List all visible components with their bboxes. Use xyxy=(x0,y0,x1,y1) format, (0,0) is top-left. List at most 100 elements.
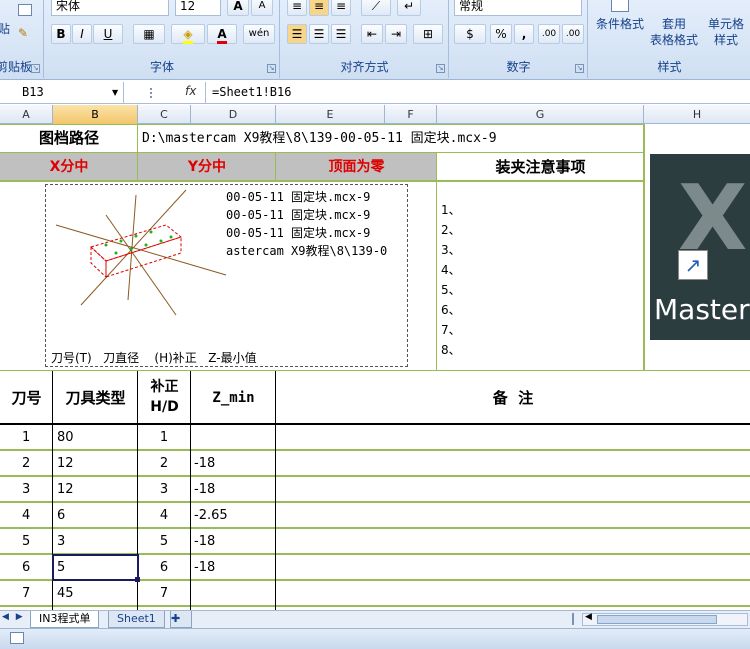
table-cell-remarks[interactable] xyxy=(276,528,750,554)
formula-input[interactable]: =Sheet1!B16 xyxy=(212,85,291,99)
align-middle-button[interactable]: ≡ xyxy=(309,0,329,16)
table-cell-z[interactable]: -2.65 xyxy=(191,502,275,528)
y-center-cell[interactable]: Y分中 xyxy=(138,153,276,181)
bold-button[interactable]: B xyxy=(51,24,71,44)
tab-in3-program[interactable]: IN3程式单 xyxy=(30,611,100,628)
accounting-format-button[interactable]: $ xyxy=(454,24,486,44)
increase-indent-button[interactable]: ⇥ xyxy=(385,24,407,44)
table-cell-no[interactable]: 4 xyxy=(0,502,52,528)
name-box-dropdown-icon[interactable]: ▼ xyxy=(112,88,118,97)
increase-decimal-button[interactable]: .00 xyxy=(538,24,560,44)
font-launcher-icon[interactable]: ↘ xyxy=(267,64,276,73)
tab-nav-arrows-icon[interactable]: ◀ ▶ xyxy=(2,612,25,622)
format-as-table-button[interactable]: 套用 表格格式 xyxy=(645,16,703,48)
tab-sheet1[interactable]: Sheet1 xyxy=(108,611,165,628)
table-cell-hd[interactable]: 2 xyxy=(138,450,190,476)
font-size-select[interactable]: 12 xyxy=(175,0,221,16)
mastercam-app-icon[interactable]: X ↗ Master xyxy=(650,154,750,340)
merge-center-button[interactable]: ⊞ xyxy=(413,24,443,44)
selected-cell-b13[interactable] xyxy=(52,554,139,581)
header-zmin[interactable]: Z_min xyxy=(191,373,276,424)
column-header-H[interactable]: H xyxy=(644,105,750,124)
clipboard-launcher-icon[interactable]: ↘ xyxy=(31,64,40,73)
table-cell-remarks[interactable] xyxy=(276,580,750,606)
header-remarks[interactable]: 备 注 xyxy=(276,373,750,424)
header-tool-type[interactable]: 刀具类型 xyxy=(53,373,138,424)
table-cell-hd[interactable]: 3 xyxy=(138,476,190,502)
decrease-decimal-button[interactable]: .00 xyxy=(562,24,584,44)
header-compensation[interactable]: 补正 H/D xyxy=(138,377,191,424)
percent-button[interactable]: % xyxy=(490,24,512,44)
fill-color-button[interactable]: ◈ xyxy=(171,24,205,44)
table-cell-type[interactable]: 6 xyxy=(53,502,137,528)
italic-button[interactable]: I xyxy=(72,24,92,44)
table-cell-no[interactable]: 7 xyxy=(0,580,52,606)
table-cell-hd[interactable]: 4 xyxy=(138,502,190,528)
conditional-format-button[interactable]: 条件格式 xyxy=(591,16,649,32)
table-cell-z[interactable]: -18 xyxy=(191,450,275,476)
wrap-text-button[interactable]: ↵ xyxy=(397,0,421,16)
table-cell-type[interactable]: 12 xyxy=(53,476,137,502)
macro-record-icon[interactable] xyxy=(10,632,24,644)
insert-sheet-button[interactable]: ✚ xyxy=(170,611,192,628)
header-tool-no[interactable]: 刀号 xyxy=(0,373,53,424)
column-header-C[interactable]: C xyxy=(138,105,191,124)
shrink-font-button[interactable]: A xyxy=(251,0,273,16)
cell-styles-button[interactable]: 单元格 样式 xyxy=(701,16,750,48)
paste-label[interactable]: 贴 xyxy=(0,20,10,37)
table-cell-remarks[interactable] xyxy=(276,502,750,528)
scroll-left-icon[interactable]: ◀ xyxy=(585,612,592,622)
column-header-A[interactable]: A xyxy=(0,105,53,124)
align-top-button[interactable]: ≡ xyxy=(287,0,307,16)
align-center-button[interactable]: ☰ xyxy=(309,24,329,44)
splitter-handle[interactable] xyxy=(150,88,154,98)
table-cell-type[interactable]: 80 xyxy=(53,424,137,450)
clamping-notes-header[interactable]: 装夹注意事项 xyxy=(437,153,644,181)
align-bottom-button[interactable]: ≡ xyxy=(331,0,351,16)
grow-font-button[interactable]: A xyxy=(227,0,249,16)
fill-handle[interactable] xyxy=(135,577,140,582)
number-format-select[interactable]: 常规 xyxy=(454,0,582,16)
number-launcher-icon[interactable]: ↘ xyxy=(575,64,584,73)
font-name-select[interactable]: 宋体 xyxy=(51,0,169,16)
phonetic-button[interactable]: wén xyxy=(243,24,275,44)
table-cell-no[interactable]: 5 xyxy=(0,528,52,554)
table-cell-z[interactable]: -18 xyxy=(191,476,275,502)
table-cell-z[interactable] xyxy=(191,424,275,450)
column-header-F[interactable]: F xyxy=(385,105,437,124)
table-cell-z[interactable] xyxy=(191,580,275,606)
table-cell-remarks[interactable] xyxy=(276,450,750,476)
table-cell-type[interactable]: 3 xyxy=(53,528,137,554)
table-cell-remarks[interactable] xyxy=(276,424,750,450)
path-value[interactable]: D:\mastercam X9教程\8\139-00-05-11 固定块.mcx… xyxy=(142,124,642,153)
tab-splitter-handle[interactable] xyxy=(572,613,578,625)
column-header-E[interactable]: E xyxy=(276,105,385,124)
table-cell-no[interactable]: 1 xyxy=(0,424,52,450)
program-preview-image[interactable]: 00-05-11 固定块.mcx-9 00-05-11 固定块.mcx-9 00… xyxy=(45,184,408,367)
clamping-notes-list[interactable]: 1、 2、 3、 4、 5、 6、 7、 8、 xyxy=(441,200,501,370)
alignment-launcher-icon[interactable]: ↘ xyxy=(436,64,445,73)
format-painter-icon[interactable]: ✎ xyxy=(18,26,32,40)
insert-function-icon[interactable]: fx xyxy=(185,84,196,98)
font-color-button[interactable]: A xyxy=(207,24,237,44)
decrease-indent-button[interactable]: ⇤ xyxy=(361,24,383,44)
table-cell-z[interactable]: -18 xyxy=(191,554,275,580)
comma-button[interactable]: , xyxy=(514,24,534,44)
table-cell-type[interactable]: 12 xyxy=(53,450,137,476)
table-cell-hd[interactable]: 1 xyxy=(138,424,190,450)
table-cell-hd[interactable]: 6 xyxy=(138,554,190,580)
scrollbar-thumb[interactable] xyxy=(597,615,717,624)
orientation-button[interactable]: ⟋ xyxy=(361,0,391,16)
table-cell-hd[interactable]: 5 xyxy=(138,528,190,554)
horizontal-scrollbar[interactable]: ◀ xyxy=(582,612,748,626)
table-cell-hd[interactable]: 7 xyxy=(138,580,190,606)
table-cell-no[interactable]: 2 xyxy=(0,450,52,476)
name-box[interactable]: B13 xyxy=(0,82,124,103)
path-label[interactable]: 图档路径 xyxy=(0,124,138,153)
align-right-button[interactable]: ☰ xyxy=(331,24,351,44)
table-cell-type[interactable]: 45 xyxy=(53,580,137,606)
border-button[interactable]: ▦ xyxy=(133,24,165,44)
align-left-button[interactable]: ☰ xyxy=(287,24,307,44)
table-cell-remarks[interactable] xyxy=(276,476,750,502)
column-header-G[interactable]: G xyxy=(437,105,644,124)
